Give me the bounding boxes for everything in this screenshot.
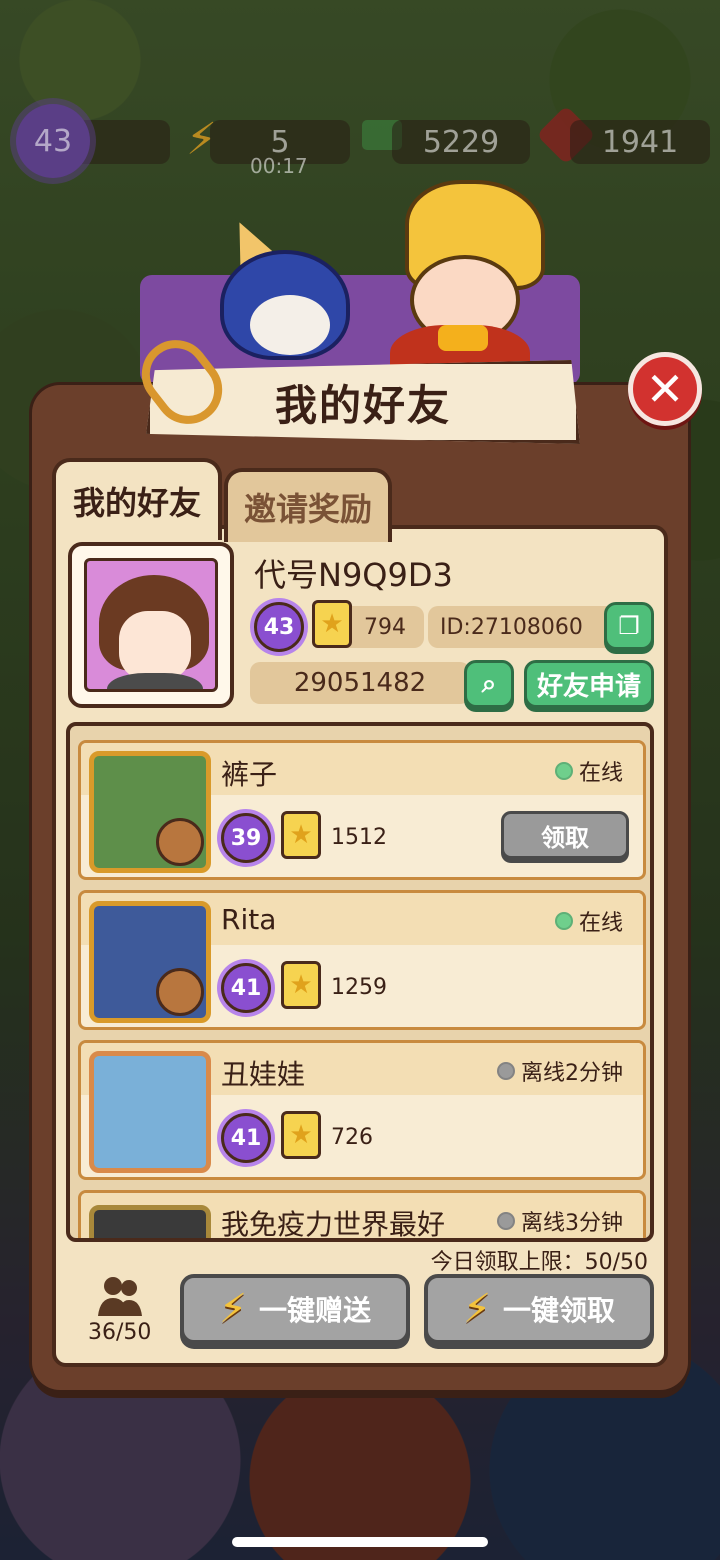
cat-face [250,295,330,355]
friend-name: 裤子 [221,758,278,791]
friends-icon [96,1274,144,1318]
friend-level-badge: 41 [221,963,271,1013]
friend-avatar[interactable] [89,901,211,1023]
dialog-title: 我的好友 [274,380,451,430]
player-avatar[interactable] [68,542,234,708]
friend-avatar[interactable] [89,751,211,873]
status-badge: 在线 [554,755,623,787]
tab-invite-rewards[interactable]: 邀请奖励 [224,468,392,542]
status-badge: 离线3分钟 [497,1205,623,1237]
list-item[interactable]: Rita 在线 41 ★ 1259 [78,890,646,1030]
send-all-button[interactable]: ⚡ 一键赠送 [180,1274,410,1344]
friend-level-badge: 39 [221,813,271,863]
copy-icon: ❐ [618,612,640,640]
star-card-icon: ★ [281,961,321,1009]
copy-id-button[interactable]: ❐ [604,602,654,650]
cash-counter: 5229 [392,120,530,164]
daily-claim-limit: 今日领取上限：50/50 [430,1250,648,1275]
player-level-badge: 43 [16,104,90,178]
friend-score: 1259 [331,975,387,1000]
home-indicator[interactable] [232,1537,488,1547]
gem-counter: 1941 [570,120,710,164]
offline-dot-icon [497,1062,515,1080]
claim-button[interactable]: 领取 [501,811,629,859]
star-card-icon: ★ [281,1111,321,1159]
player-id: ID:27108060 [428,606,624,648]
list-item[interactable]: 我免疫力世界最好 离线3分钟 [78,1190,646,1241]
send-all-label: 一键赠送 [259,1294,372,1327]
friend-score: 726 [331,1125,373,1150]
friend-name: Rita [221,903,277,936]
star-card-icon: ★ [281,811,321,859]
bolt-icon: ⚡ [218,1286,248,1332]
claim-all-label: 一键领取 [503,1294,616,1327]
offline-dot-icon [497,1212,515,1230]
list-item[interactable]: 裤子 在线 39 ★ 1512 领取 [78,740,646,880]
friend-avatar[interactable] [89,1205,211,1238]
friends-list[interactable]: 裤子 在线 39 ★ 1512 领取 Rita 在线 41 ★ 1259 丑娃娃… [66,722,654,1242]
friend-count: 36/50 [88,1320,152,1345]
friend-name: 丑娃娃 [221,1058,306,1091]
status-text: 在线 [578,761,623,786]
bear-icon [156,818,204,866]
friend-level-badge: 41 [221,1113,271,1163]
friend-requests-button[interactable]: 好友申请 [524,660,654,708]
search-icon: ⌕ [481,668,497,699]
status-text: 在线 [578,911,623,936]
status-text: 离线3分钟 [521,1211,623,1236]
bow-tie-illustration [438,325,488,351]
status-text: 离线2分钟 [521,1061,623,1086]
avatar-face [119,611,191,681]
tab-my-friends[interactable]: 我的好友 [52,458,222,540]
close-button[interactable]: ✕ [628,352,702,426]
online-dot-icon [554,762,573,780]
friend-avatar[interactable] [89,1051,211,1173]
status-badge: 在线 [554,905,623,937]
friend-score: 1512 [331,825,387,850]
avatar-body [107,673,203,689]
claim-all-button[interactable]: ⚡ 一键领取 [424,1274,654,1344]
status-badge: 离线2分钟 [497,1055,623,1087]
bear-icon [156,968,204,1016]
search-button[interactable]: ⌕ [464,660,514,708]
friends-glyph [98,1277,142,1316]
friend-search-input[interactable]: 29051482 [250,662,470,704]
star-card-icon: ★ [312,600,352,648]
friend-name: 我免疫力世界最好 [221,1208,446,1241]
player-level-badge-small: 43 [254,602,304,652]
list-item[interactable]: 丑娃娃 离线2分钟 41 ★ 726 [78,1040,646,1180]
online-dot-icon [554,912,573,930]
bolt-icon: ⚡ [462,1286,492,1332]
energy-icon: ⚡ [186,114,217,165]
player-name: 代号N9Q9D3 [254,556,453,594]
avatar-image [84,558,218,692]
